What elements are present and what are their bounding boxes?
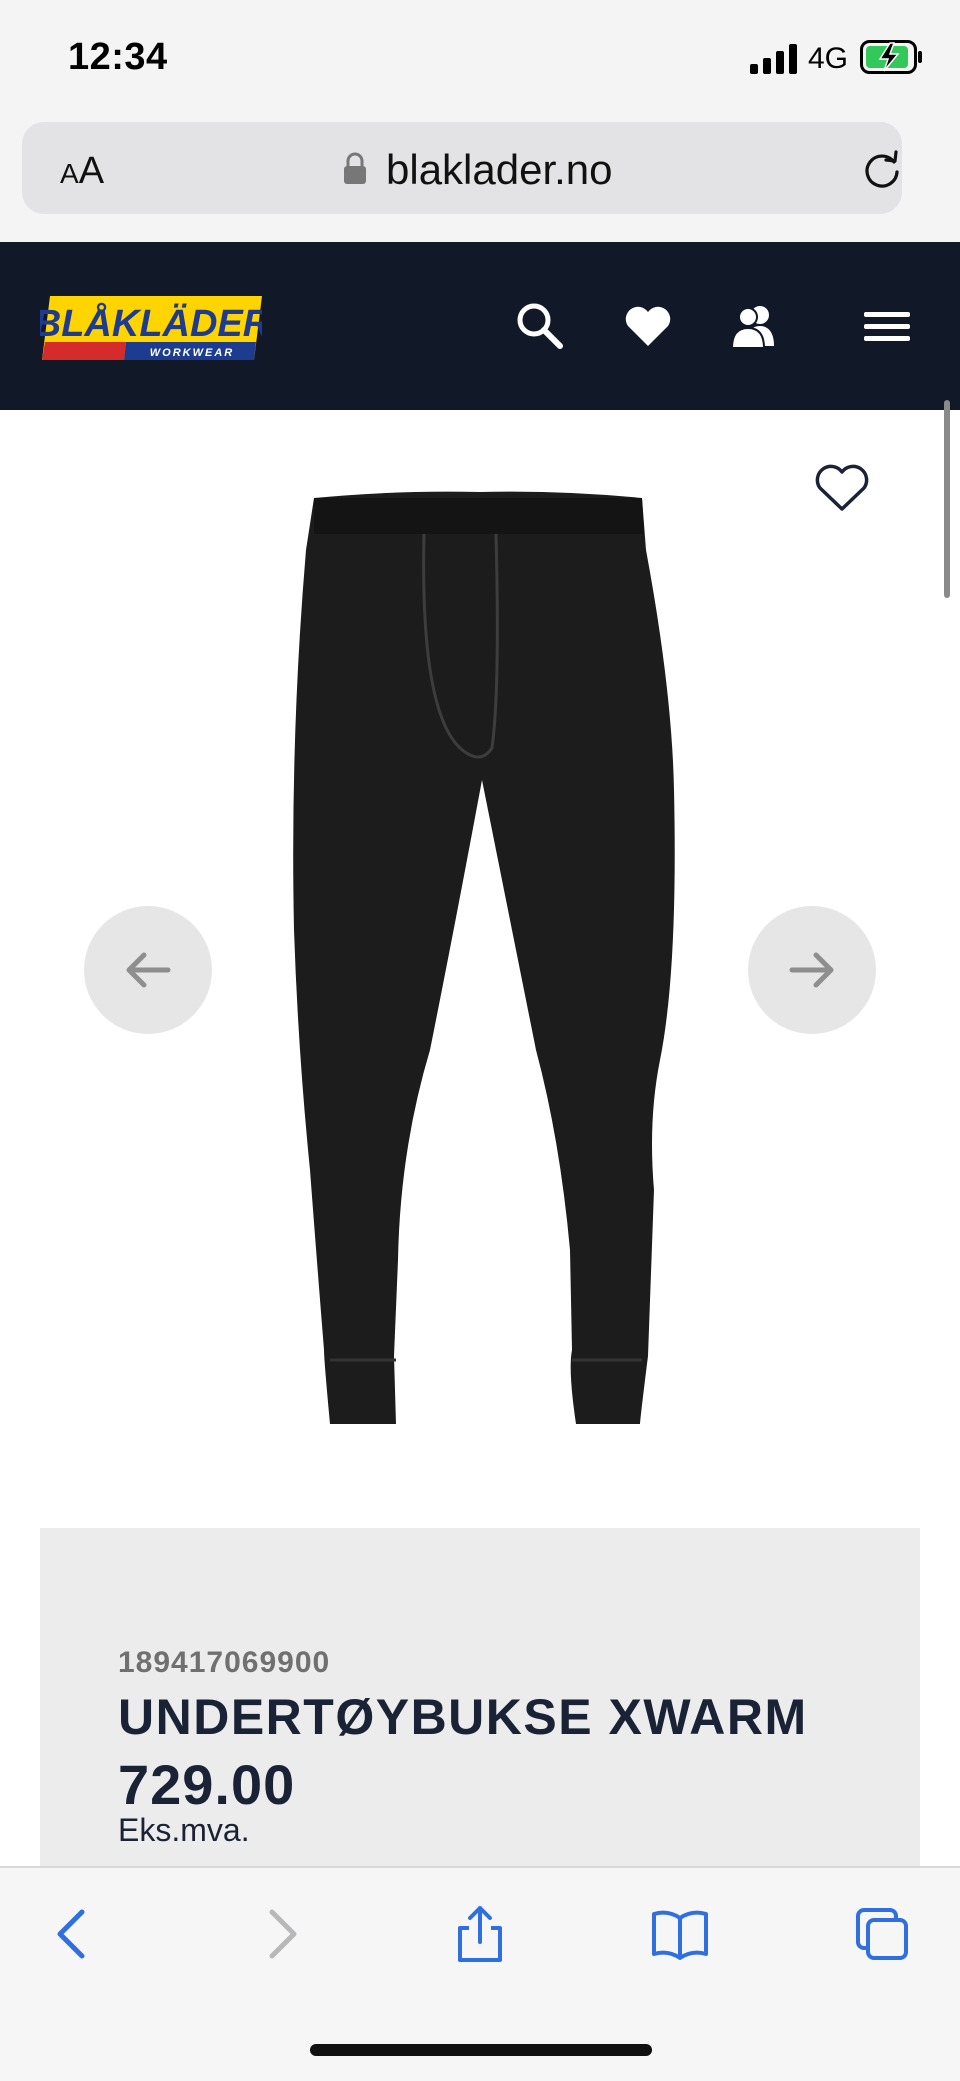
reload-icon[interactable] bbox=[860, 148, 904, 192]
share-icon[interactable] bbox=[452, 1906, 508, 1962]
product-price: 729.00 bbox=[118, 1753, 296, 1816]
svg-text:BLÅKLÄDER: BLÅKLÄDER bbox=[40, 302, 262, 345]
back-icon[interactable] bbox=[46, 1906, 102, 1962]
page-scroll-indicator bbox=[944, 400, 950, 598]
prev-image-button[interactable] bbox=[84, 906, 212, 1034]
lock-icon bbox=[344, 152, 366, 184]
arrow-right-icon bbox=[789, 952, 834, 988]
home-indicator[interactable] bbox=[310, 2044, 652, 2056]
url-domain[interactable]: blaklader.no bbox=[386, 146, 613, 194]
heart-icon[interactable] bbox=[622, 300, 674, 352]
tabs-icon[interactable] bbox=[854, 1906, 910, 1962]
status-time: 12:34 bbox=[68, 36, 168, 78]
network-type: 4G bbox=[808, 42, 849, 75]
product-title: UNDERTØYBUKSE XWARM bbox=[118, 1689, 808, 1745]
blaklader-logo[interactable]: BLÅKLÄDER WORKWEAR bbox=[40, 294, 262, 362]
product-image bbox=[293, 491, 675, 1425]
menu-icon[interactable] bbox=[862, 300, 914, 352]
product-sku: 189417069900 bbox=[118, 1646, 331, 1679]
bookmarks-icon[interactable] bbox=[652, 1906, 708, 1962]
forward-icon[interactable] bbox=[252, 1906, 308, 1962]
heart-outline-icon[interactable] bbox=[814, 462, 870, 514]
text-size-button[interactable]: AA bbox=[60, 150, 104, 193]
next-image-button[interactable] bbox=[748, 906, 876, 1034]
svg-text:WORKWEAR: WORKWEAR bbox=[150, 347, 234, 359]
arrow-left-icon bbox=[126, 952, 171, 988]
search-icon[interactable] bbox=[514, 300, 566, 352]
cellular-signal-icon bbox=[750, 44, 797, 74]
battery-charging-icon bbox=[860, 40, 922, 74]
users-icon[interactable] bbox=[728, 300, 780, 352]
vat-note: Eks.mva. bbox=[118, 1812, 250, 1848]
